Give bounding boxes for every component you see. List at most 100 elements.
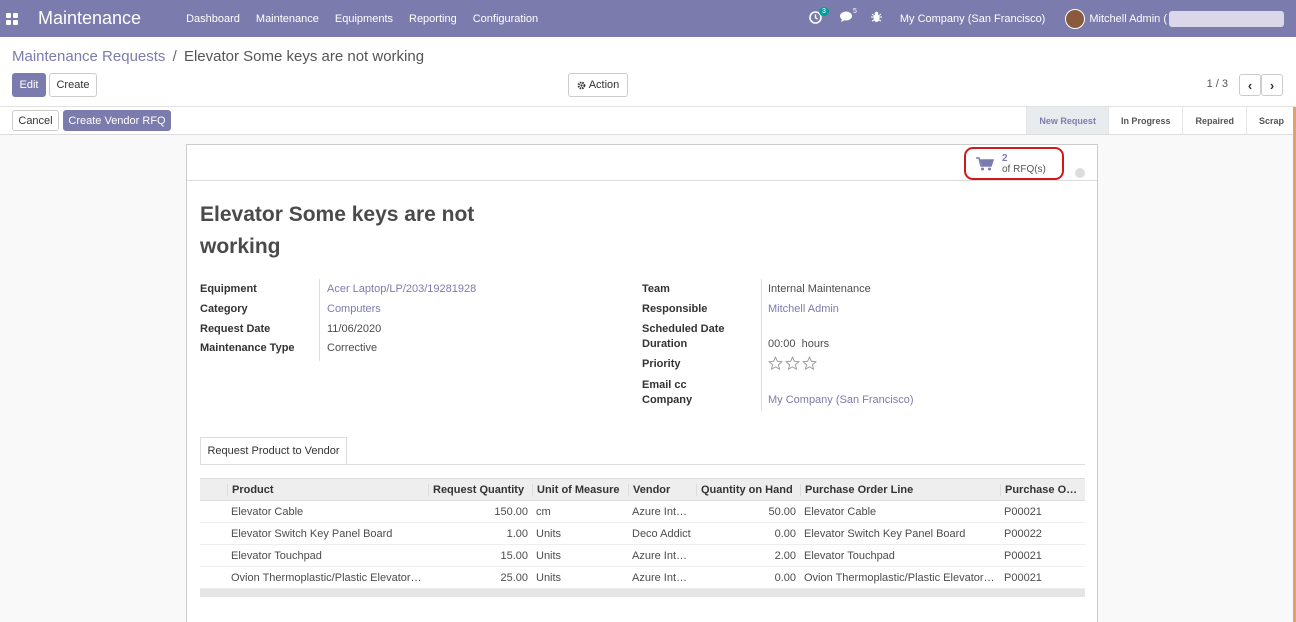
app-name[interactable]: Maintenance	[38, 8, 141, 29]
debug-bug-icon[interactable]	[870, 11, 882, 26]
cell-purchase-order: P00022	[1004, 527, 1042, 540]
create-button[interactable]: Create	[49, 73, 97, 97]
edit-button[interactable]: Edit	[12, 73, 46, 97]
cancel-button[interactable]: Cancel	[12, 110, 59, 131]
breadcrumb: Maintenance Requests / Elevator Some key…	[12, 48, 424, 65]
rfq-label: of RFQ(s)	[1002, 163, 1046, 175]
stage-in-progress[interactable]: In Progress	[1107, 107, 1183, 134]
column-product[interactable]: Product	[227, 483, 428, 496]
cell-unit-of-measure: cm	[536, 505, 551, 518]
pager-previous-button[interactable]: ‹	[1239, 74, 1261, 96]
table-row[interactable]: Ovion Thermoplastic/Plastic Elevator S… …	[200, 567, 1085, 589]
duration-label: Duration	[642, 338, 688, 350]
company-switcher[interactable]: My Company (San Francisco)	[900, 13, 1046, 25]
menu-configuration[interactable]: Configuration	[473, 13, 538, 25]
column-purchase-order-line[interactable]: Purchase Order Line	[800, 483, 1000, 496]
column-request-quantity[interactable]: Request Quantity	[428, 483, 532, 496]
menu-equipments[interactable]: Equipments	[335, 13, 393, 25]
category-value[interactable]: Computers	[327, 303, 381, 315]
responsible-value[interactable]: Mitchell Admin	[768, 303, 839, 315]
column-quantity-on-hand[interactable]: Quantity on Hand	[696, 483, 800, 496]
priority-star-1-icon[interactable]	[768, 356, 783, 371]
smart-button-box: 2 of RFQ(s)	[187, 145, 1097, 181]
cell-vendor: Azure Inter…	[632, 505, 696, 518]
table-row[interactable]: Elevator Switch Key Panel Board 1.00 Uni…	[200, 523, 1085, 545]
rfq-smart-button[interactable]: 2 of RFQ(s)	[964, 147, 1064, 180]
request-date-label: Request Date	[200, 323, 271, 335]
cell-quantity-on-hand: 50.00	[768, 505, 796, 518]
chevron-right-icon: ›	[1269, 77, 1275, 93]
duration-value[interactable]: 00:00 hours	[768, 338, 829, 350]
cell-product: Elevator Switch Key Panel Board	[231, 527, 393, 540]
messages-icon[interactable]: 5	[839, 8, 857, 26]
duration-time: 00:00	[768, 338, 796, 350]
scheduled-date-label: Scheduled Date	[642, 323, 725, 335]
column-vendor[interactable]: Vendor	[628, 483, 696, 496]
cell-request-quantity: 15.00	[500, 549, 528, 562]
cell-purchase-order-line: Elevator Switch Key Panel Board	[804, 527, 966, 540]
apps-menu-icon[interactable]	[6, 12, 18, 25]
top-navbar: Maintenance Dashboard Maintenance Equipm…	[0, 0, 1296, 37]
cell-quantity-on-hand: 0.00	[774, 527, 796, 540]
breadcrumb-separator: /	[172, 48, 177, 65]
table-header: Product Request Quantity Unit of Measure…	[200, 478, 1085, 501]
cell-quantity-on-hand: 2.00	[774, 549, 796, 562]
stage-repaired[interactable]: Repaired	[1182, 107, 1246, 134]
cell-vendor: Azure Inter…	[632, 549, 696, 562]
cell-request-quantity: 1.00	[506, 527, 528, 540]
cell-product: Ovion Thermoplastic/Plastic Elevator S…	[231, 571, 428, 584]
control-panel: Maintenance Requests / Elevator Some key…	[0, 37, 1296, 107]
create-vendor-rfq-button[interactable]: Create Vendor RFQ	[63, 110, 171, 131]
breadcrumb-current: Elevator Some keys are not working	[183, 48, 425, 65]
tab-request-product-to-vendor[interactable]: Request Product to Vendor	[200, 437, 347, 465]
form-sheet: 2 of RFQ(s) Elevator Some keys are not w…	[186, 144, 1098, 622]
action-button[interactable]: Action	[568, 73, 628, 97]
main-menu: Dashboard Maintenance Equipments Reporti…	[186, 13, 554, 25]
table-row[interactable]: Elevator Touchpad 15.00 Units Azure Inte…	[200, 545, 1085, 567]
activity-icon[interactable]: 3	[809, 6, 829, 27]
cell-purchase-order-line: Elevator Touchpad	[804, 549, 895, 562]
menu-reporting[interactable]: Reporting	[409, 13, 457, 25]
pager-value[interactable]: 1 / 3	[1207, 78, 1228, 90]
request-date-value[interactable]: 11/06/2020	[327, 323, 381, 335]
duration-unit: hours	[801, 338, 830, 350]
equipment-value[interactable]: Acer Laptop/LP/203/19281928	[327, 283, 476, 295]
priority-star-2-icon[interactable]	[785, 356, 800, 371]
cell-purchase-order: P00021	[1004, 549, 1042, 562]
company-value[interactable]: My Company (San Francisco)	[768, 394, 914, 406]
cell-purchase-order-line: Ovion Thermoplastic/Plastic Elevator S…	[804, 571, 1000, 584]
table-row[interactable]: Elevator Cable 150.00 cm Azure Inter… 50…	[200, 501, 1085, 523]
breadcrumb-parent-link[interactable]: Maintenance Requests	[12, 48, 165, 65]
cell-request-quantity: 25.00	[500, 571, 528, 584]
menu-dashboard[interactable]: Dashboard	[186, 13, 240, 25]
chevron-left-icon: ‹	[1247, 77, 1253, 93]
company-label: Company	[642, 394, 693, 406]
team-value[interactable]: Internal Maintenance	[768, 283, 871, 295]
stage-new-request[interactable]: New Request	[1026, 107, 1108, 134]
email-cc-label: Email cc	[642, 379, 687, 391]
cell-purchase-order-line: Elevator Cable	[804, 505, 877, 518]
team-label: Team	[642, 283, 670, 295]
cell-unit-of-measure: Units	[536, 571, 562, 584]
user-avatar[interactable]	[1065, 8, 1086, 29]
column-unit-of-measure[interactable]: Unit of Measure	[532, 483, 628, 496]
cell-unit-of-measure: Units	[536, 527, 562, 540]
rfq-count: 2	[1002, 152, 1008, 164]
stage-pipeline: New Request In Progress Repaired Scrap	[1026, 107, 1296, 134]
column-purchase-order[interactable]: Purchase Or…	[1000, 483, 1085, 496]
status-dot	[1075, 168, 1085, 178]
user-menu[interactable]: Mitchell Admin (	[1089, 13, 1167, 25]
pager-next-button[interactable]: ›	[1261, 74, 1283, 96]
stage-scrap[interactable]: Scrap	[1245, 107, 1296, 134]
action-button-label: Action	[588, 79, 620, 91]
cell-request-quantity: 150.00	[494, 505, 528, 518]
cell-vendor: Azure Inter…	[632, 571, 696, 584]
right-group-divider	[761, 279, 762, 411]
priority-stars	[768, 356, 819, 371]
redacted-user-info	[1169, 10, 1284, 27]
cart-icon	[976, 156, 994, 170]
gear-icon	[577, 81, 586, 89]
menu-maintenance[interactable]: Maintenance	[256, 13, 319, 25]
priority-star-3-icon[interactable]	[802, 356, 817, 371]
maintenance-type-value[interactable]: Corrective	[327, 342, 377, 354]
